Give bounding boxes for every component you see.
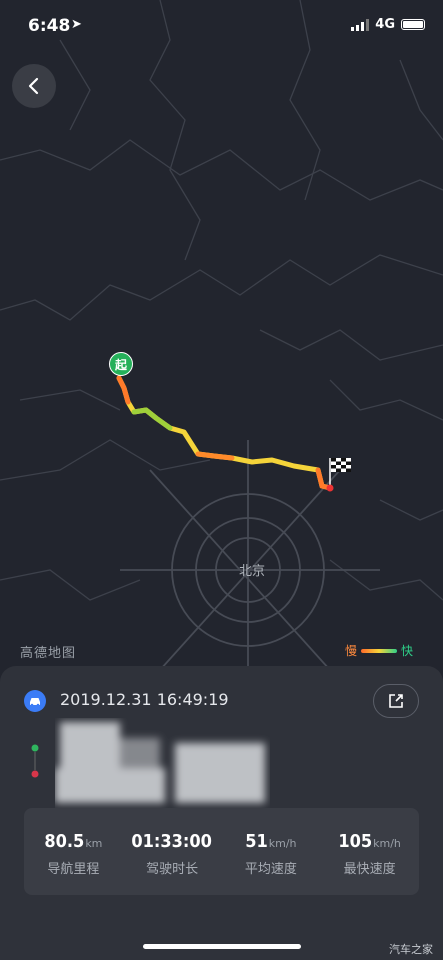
stat-duration: 01:33:00 驾驶时长: [131, 831, 212, 877]
status-time: 6:48: [28, 16, 71, 36]
stat-max-speed: 105km/h 最快速度: [338, 831, 401, 877]
stat-distance: 80.5km 导航里程: [44, 831, 103, 877]
map-roads: [0, 0, 443, 700]
watermark: 汽车之家: [389, 943, 433, 956]
home-indicator[interactable]: [143, 944, 301, 949]
chevron-left-icon: [28, 77, 39, 95]
map-provider-logo: 高德地图: [20, 646, 77, 661]
city-label: 北京: [239, 564, 266, 579]
network-type: 4G: [375, 17, 395, 32]
share-icon: [389, 694, 403, 708]
location-arrow-icon: ➤: [71, 17, 82, 32]
legend-gradient: [361, 648, 398, 653]
trip-datetime: 2019.12.31 16:49:19: [60, 690, 229, 709]
legend-fast-label: 快: [401, 644, 414, 658]
share-button[interactable]: [373, 684, 419, 718]
stat-average-speed: 51km/h 平均速度: [244, 831, 297, 877]
signal-icon: [351, 18, 370, 31]
back-button[interactable]: [12, 64, 56, 108]
finish-flag-icon: [326, 458, 351, 492]
speed-legend: 慢 快: [345, 642, 413, 659]
trip-stats: 80.5km 导航里程 01:33:00 驾驶时长 51km/h 平均速度 10…: [24, 808, 419, 895]
redacted-addresses: [55, 722, 265, 803]
status-bar: 6:48 ➤ 4G: [0, 0, 443, 50]
car-icon: [24, 690, 46, 712]
map-view[interactable]: 起 北京 高德地图 慢 快: [0, 0, 443, 700]
legend-slow-label: 慢: [345, 644, 358, 658]
battery-icon: [401, 19, 425, 30]
route-endpoints-icon: [31, 744, 39, 778]
start-marker: 起: [109, 352, 133, 376]
